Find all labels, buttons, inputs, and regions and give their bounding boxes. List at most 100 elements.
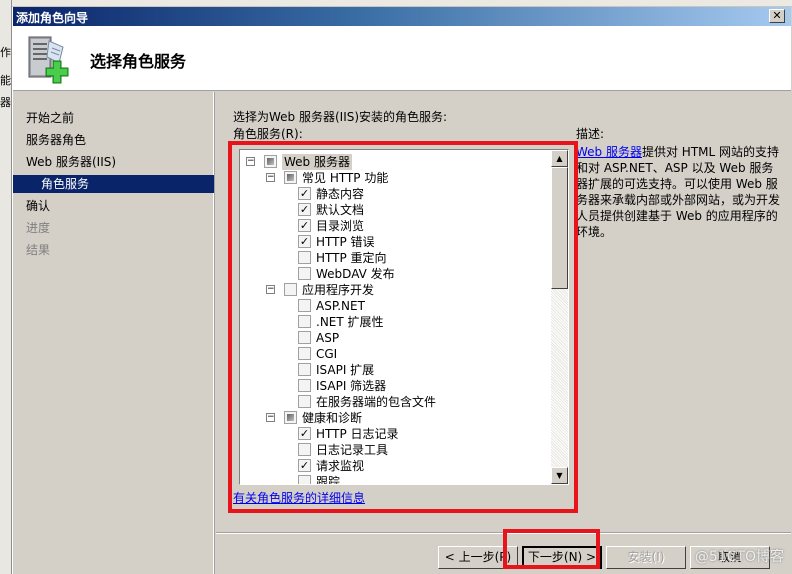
- background-text-fragment: 作: [0, 46, 11, 59]
- add-roles-wizard-dialog: 添加角色向导 ✕ 选择角色服务 开始之前 服务器角色 Web 服务器(IIS) …: [12, 7, 791, 574]
- tree-item-label: 请求监视: [316, 459, 365, 473]
- description-text: Web 服务器提供对 HTML 网站的支持和对 ASP.NET、ASP 以及 W…: [576, 144, 781, 240]
- scroll-up-button[interactable]: ▲: [551, 150, 568, 167]
- checkbox[interactable]: [298, 315, 311, 328]
- collapse-icon[interactable]: −: [266, 173, 275, 182]
- tree-row[interactable]: 目录浏览: [240, 218, 550, 234]
- background-text-fragment: 器: [0, 96, 11, 109]
- wizard-steps-nav: 开始之前 服务器角色 Web 服务器(IIS) 角色服务 确认 进度 结果: [13, 92, 214, 574]
- tree-item-label: 常见 HTTP 功能: [302, 171, 389, 185]
- intro-text: 选择为Web 服务器(IIS)安装的角色服务:: [233, 110, 448, 124]
- checkbox[interactable]: [298, 187, 311, 200]
- tree-item-label: ASP: [316, 331, 340, 345]
- checkbox[interactable]: [298, 219, 311, 232]
- checkbox[interactable]: [298, 347, 311, 360]
- background-text-fragment: 能: [0, 74, 11, 87]
- checkbox[interactable]: [298, 459, 311, 472]
- tree-row[interactable]: 在服务器端的包含文件: [240, 394, 550, 410]
- tree-item-label: HTTP 重定向: [316, 251, 387, 265]
- description-body: 提供对 HTML 网站的支持和对 ASP.NET、ASP 以及 Web 服务器扩…: [576, 145, 781, 239]
- checkbox[interactable]: [298, 235, 311, 248]
- nav-step-before-you-begin[interactable]: 开始之前: [26, 109, 74, 127]
- tree-row[interactable]: CGI: [240, 346, 550, 362]
- close-button[interactable]: ✕: [769, 9, 785, 23]
- description-label: 描述:: [576, 127, 605, 141]
- main-content: 选择为Web 服务器(IIS)安装的角色服务: 角色服务(R): 描述: − We…: [216, 92, 791, 532]
- tree-row[interactable]: ISAPI 扩展: [240, 362, 550, 378]
- tree-item-label: ISAPI 筛选器: [316, 379, 387, 393]
- tree-row[interactable]: − Web 服务器: [240, 154, 550, 170]
- tree-row[interactable]: HTTP 错误: [240, 234, 550, 250]
- tree-item-label: 应用程序开发: [302, 283, 375, 297]
- wizard-header: 选择角色服务: [13, 26, 791, 91]
- web-server-link[interactable]: Web 服务器: [576, 145, 642, 159]
- tree-row[interactable]: 默认文档: [240, 202, 550, 218]
- tree-row[interactable]: 请求监视: [240, 458, 550, 474]
- more-info-link[interactable]: 有关角色服务的详细信息: [233, 489, 365, 506]
- nav-step-server-roles[interactable]: 服务器角色: [26, 131, 86, 149]
- checkbox[interactable]: [298, 363, 311, 376]
- collapse-icon[interactable]: −: [266, 285, 275, 294]
- background-app-strip: 作 能 器: [0, 0, 12, 574]
- tree-item-label: 目录浏览: [316, 219, 365, 233]
- tree-item-label: ASP.NET: [316, 299, 365, 313]
- checkbox[interactable]: [298, 443, 311, 456]
- tree-row[interactable]: HTTP 重定向: [240, 250, 550, 266]
- nav-step-confirmation[interactable]: 确认: [26, 197, 50, 215]
- tree-row[interactable]: 跟踪: [240, 474, 550, 485]
- tree-row[interactable]: − 应用程序开发: [240, 282, 550, 298]
- window-title: 添加角色向导: [16, 11, 89, 25]
- tree-scrollbar[interactable]: ▲ ▼: [551, 150, 568, 484]
- background-top-strip: [0, 0, 792, 7]
- checkbox[interactable]: [298, 267, 311, 280]
- tree-row[interactable]: HTTP 日志记录: [240, 426, 550, 442]
- install-button: 安装(I): [606, 546, 686, 569]
- nav-step-web-server-iis[interactable]: Web 服务器(IIS): [26, 153, 116, 171]
- role-services-tree[interactable]: −Web 服务器−常见 HTTP 功能静态内容默认文档目录浏览HTTP 错误HT…: [239, 149, 569, 485]
- previous-button[interactable]: < 上一步(P): [438, 546, 518, 569]
- nav-step-progress: 进度: [26, 221, 51, 235]
- collapse-icon[interactable]: −: [246, 157, 255, 166]
- tree-row[interactable]: ASP: [240, 330, 550, 346]
- tree-row[interactable]: − 健康和诊断: [240, 410, 550, 426]
- page-heading: 选择角色服务: [90, 52, 187, 71]
- arrow-down-icon: ▼: [556, 471, 563, 480]
- collapse-icon[interactable]: −: [266, 413, 275, 422]
- tree-row[interactable]: 日志记录工具: [240, 442, 550, 458]
- tree-item-label: .NET 扩展性: [316, 315, 384, 329]
- checkbox[interactable]: [284, 283, 297, 296]
- tree-row[interactable]: ASP.NET: [240, 298, 550, 314]
- tree-item-label: 跟踪: [316, 475, 341, 485]
- checkbox[interactable]: [298, 251, 311, 264]
- checkbox[interactable]: [284, 411, 297, 424]
- checkbox[interactable]: [264, 155, 277, 168]
- server-add-icon: [23, 33, 75, 85]
- arrow-up-icon: ▲: [556, 154, 563, 163]
- title-bar[interactable]: 添加角色向导 ✕: [13, 7, 791, 26]
- tree-row[interactable]: WebDAV 发布: [240, 266, 550, 282]
- tree-item-label: WebDAV 发布: [316, 267, 395, 281]
- checkbox[interactable]: [284, 171, 297, 184]
- next-button[interactable]: 下一步(N) >: [522, 546, 602, 569]
- checkbox[interactable]: [298, 427, 311, 440]
- checkbox[interactable]: [298, 395, 311, 408]
- tree-item-label: CGI: [316, 347, 338, 361]
- checkbox[interactable]: [298, 299, 311, 312]
- nav-step-role-services[interactable]: 角色服务: [13, 175, 214, 193]
- tree-row[interactable]: 静态内容: [240, 186, 550, 202]
- role-services-label: 角色服务(R):: [233, 127, 303, 141]
- checkbox[interactable]: [298, 203, 311, 216]
- scroll-thumb[interactable]: [551, 167, 568, 289]
- tree-item-label: HTTP 日志记录: [316, 427, 399, 441]
- checkbox[interactable]: [298, 475, 311, 484]
- close-icon: ✕: [772, 9, 782, 22]
- scroll-down-button[interactable]: ▼: [551, 467, 568, 484]
- checkbox[interactable]: [298, 379, 311, 392]
- tree-item-label: Web 服务器: [282, 154, 352, 170]
- tree-row[interactable]: − 常见 HTTP 功能: [240, 170, 550, 186]
- tree-item-label: HTTP 错误: [316, 235, 375, 249]
- tree-row[interactable]: ISAPI 筛选器: [240, 378, 550, 394]
- checkbox[interactable]: [298, 331, 311, 344]
- tree-row[interactable]: .NET 扩展性: [240, 314, 550, 330]
- nav-step-results: 结果: [26, 243, 51, 257]
